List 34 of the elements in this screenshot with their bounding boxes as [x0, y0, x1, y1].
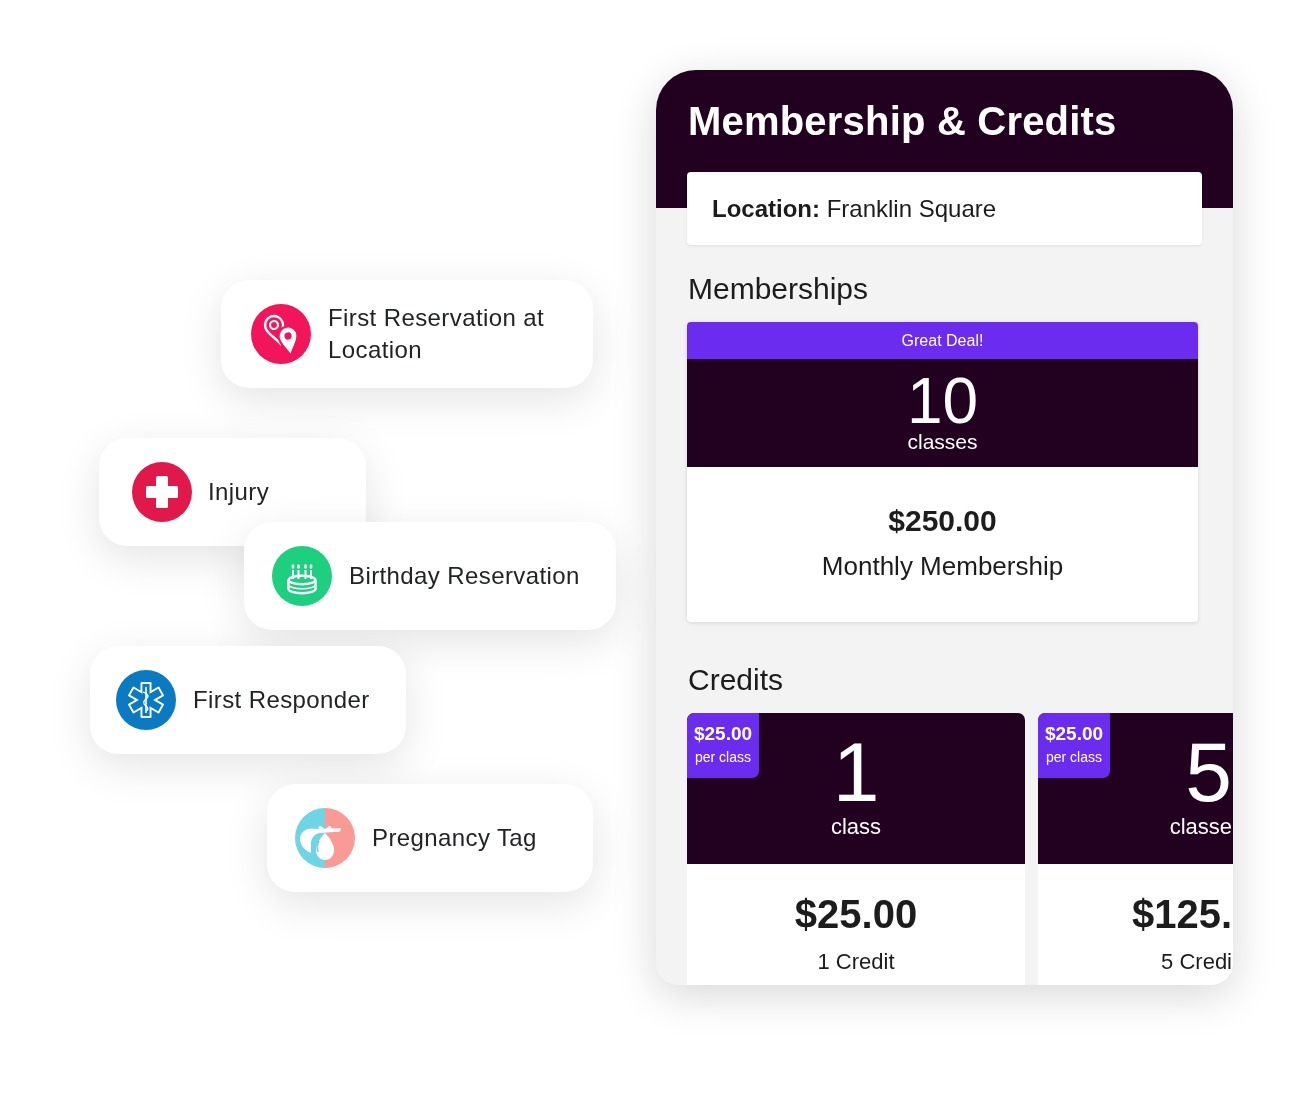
membership-card[interactable]: Great Deal! 10 classes $250.00 Monthly Membership [687, 322, 1198, 622]
tag-label: Injury [208, 477, 270, 507]
credit-card[interactable]: $25.00 per class 5 classe $125. 5 Credi [1038, 713, 1233, 985]
credit-amount: 5 Credi [1161, 950, 1232, 974]
medical-cross-icon [132, 462, 192, 522]
deal-banner: Great Deal! [687, 322, 1198, 359]
class-count: 1 [832, 730, 880, 814]
tag-label: Pregnancy Tag [372, 823, 537, 853]
birthday-cake-icon [272, 546, 332, 606]
price: $25.00 [794, 891, 918, 938]
badge-price: $25.00 [1044, 723, 1104, 745]
class-count: 10 [906, 371, 979, 431]
price: $250.00 [888, 503, 997, 539]
class-unit: classe [1169, 814, 1232, 840]
class-count: 5 [1185, 730, 1232, 814]
bundle-icon [295, 808, 355, 868]
credit-amount: 1 Credit [817, 950, 895, 974]
plan-name: Monthly Membership [821, 551, 1064, 581]
location-bar: Location: Franklin Square [687, 172, 1202, 245]
section-heading: Memberships [688, 271, 869, 307]
badge-unit: per class [695, 748, 751, 766]
badge-unit: per class [1046, 748, 1102, 766]
credit-card[interactable]: $25.00 per class 1 class $25.00 1 Credit [687, 713, 1025, 985]
panel-title: Membership & Credits [688, 98, 1117, 145]
class-unit: classes [907, 431, 978, 453]
tag-label: First Reservation at Location [328, 303, 546, 365]
badge-price: $25.00 [693, 723, 753, 745]
tag-label: Birthday Reservation [349, 561, 580, 591]
tag-label: First Responder [193, 685, 370, 715]
class-unit: class [830, 814, 882, 840]
star-of-life-icon [116, 670, 176, 730]
map-pins-icon [251, 304, 311, 364]
section-heading: Credits [688, 662, 784, 698]
price: $125. [1131, 891, 1232, 938]
